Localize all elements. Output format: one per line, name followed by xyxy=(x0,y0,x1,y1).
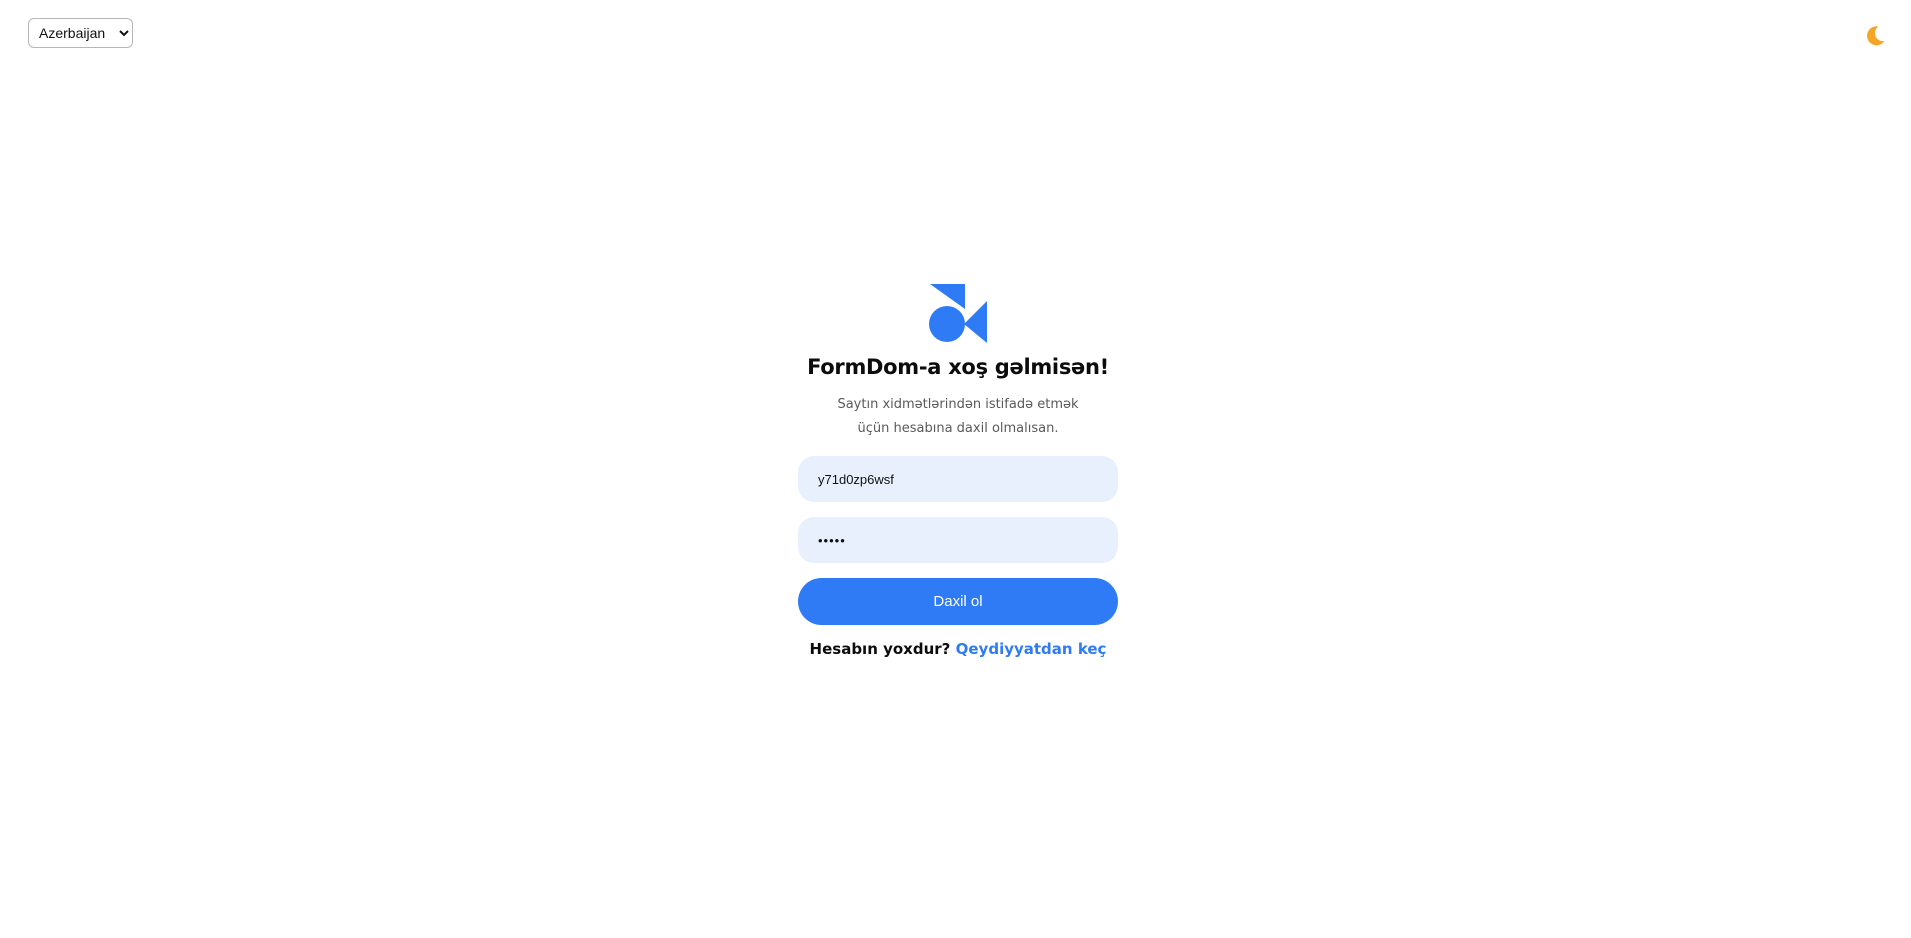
page-title: FormDom-a xoş gəlmisən! xyxy=(807,355,1109,379)
username-field[interactable] xyxy=(798,456,1118,502)
login-button[interactable]: Daxil ol xyxy=(798,578,1118,625)
formdom-logo-icon xyxy=(929,284,987,343)
language-select[interactable]: Azerbaijan xyxy=(28,18,133,48)
theme-toggle-button[interactable] xyxy=(1859,20,1891,52)
register-link[interactable]: Qeydiyyatdan keç xyxy=(956,640,1107,658)
login-form: FormDom-a xoş gəlmisən! Saytın xidmətlər… xyxy=(798,283,1118,658)
crescent-moon-icon xyxy=(1864,25,1885,46)
password-field[interactable] xyxy=(798,517,1118,563)
register-prompt-text: Hesabın yoxdur? xyxy=(809,640,951,658)
page-subtitle: Saytın xidmətlərindən istifadə etmək üçü… xyxy=(837,397,1079,436)
register-prompt-line: Hesabın yoxdur? Qeydiyyatdan keç xyxy=(810,640,1107,658)
